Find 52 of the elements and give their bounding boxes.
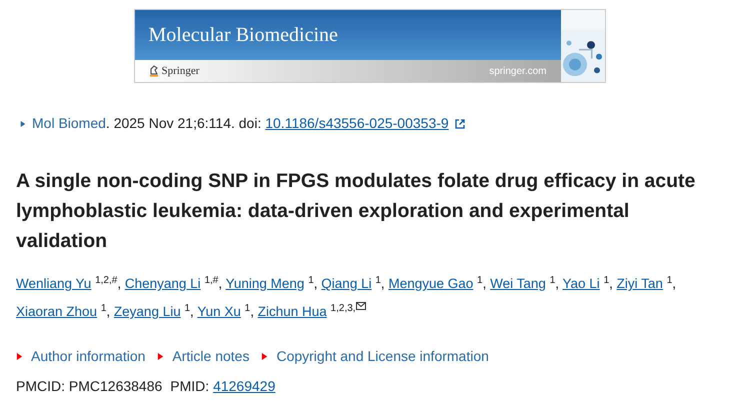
pmcid-label: PMCID: bbox=[16, 377, 66, 396]
pmid-label: PMID: bbox=[170, 377, 210, 396]
article-title: A single non-coding SNP in FPGS modulates folate drug efficacy in acute lymphoblastic leukemia: data-driven exploration and experimental validation bbox=[16, 169, 696, 254]
affiliation-marks: 1,2,3, bbox=[330, 303, 356, 314]
affiliation-marks: 1 bbox=[604, 275, 610, 286]
affiliation-marks: 1,# bbox=[204, 275, 218, 286]
affiliation-marks: 1 bbox=[308, 275, 314, 286]
author-link[interactable]: Yao Li bbox=[562, 276, 600, 291]
author-link[interactable]: Wenliang Yu bbox=[16, 276, 92, 291]
external-link-icon bbox=[454, 118, 465, 128]
separator-comma: , bbox=[314, 276, 318, 291]
website-label: springer.com bbox=[489, 64, 546, 78]
envelope-icon[interactable] bbox=[356, 302, 366, 310]
affiliation-marks: 1 bbox=[100, 303, 106, 314]
expandable-link[interactable]: Copyright and License information bbox=[276, 346, 489, 367]
author-link[interactable]: Yuning Meng bbox=[226, 276, 304, 291]
author-link[interactable]: Ziyi Tan bbox=[616, 276, 663, 291]
affiliation-marks: 1 bbox=[550, 275, 556, 286]
affiliation-marks: 1 bbox=[375, 275, 381, 286]
separator-comma: , bbox=[380, 276, 385, 291]
separator-comma: , bbox=[609, 276, 613, 291]
expandable-link[interactable]: Article notes bbox=[172, 346, 250, 367]
separator-comma: , bbox=[106, 304, 110, 319]
journal-title: Molecular Biomedicine bbox=[148, 23, 338, 48]
author-link[interactable]: Xiaoran Zhou bbox=[16, 304, 98, 319]
separator-comma: , bbox=[250, 304, 254, 319]
separator-comma: , bbox=[482, 276, 486, 291]
doi-link[interactable]: 10.1186/s43556-025-00353-9 bbox=[265, 113, 449, 134]
author-link[interactable]: Qiang Li bbox=[321, 276, 372, 291]
separator-comma: , bbox=[555, 276, 560, 291]
author-link[interactable]: Zichun Hua bbox=[258, 304, 327, 319]
publisher-name: Springer bbox=[162, 64, 200, 79]
affiliation-marks: 1 bbox=[666, 275, 672, 286]
journal-link[interactable]: Mol Biomed bbox=[32, 113, 106, 134]
author-link[interactable]: Yun Xu bbox=[197, 304, 241, 319]
affiliation-marks: 1 bbox=[184, 303, 190, 314]
author-link[interactable]: Chenyang Li bbox=[124, 276, 201, 291]
pmid-link[interactable]: 41269429 bbox=[213, 376, 276, 397]
triangle-icon bbox=[20, 120, 26, 126]
affiliation-marks: 1 bbox=[477, 275, 483, 286]
separator-comma: , bbox=[117, 276, 122, 291]
expandable-link[interactable]: Author information bbox=[31, 346, 146, 367]
author-link[interactable]: Wei Tang bbox=[490, 276, 546, 291]
separator-comma: , bbox=[190, 304, 194, 319]
pmcid-value: PMC12638486 bbox=[68, 377, 162, 396]
author-link[interactable]: Mengyue Gao bbox=[388, 276, 474, 291]
affiliation-marks: 1 bbox=[244, 303, 250, 314]
separator-comma: , bbox=[218, 276, 222, 291]
affiliation-marks: 1,2,# bbox=[95, 275, 118, 286]
citation-text: . 2025 Nov 21;6:114. doi: bbox=[106, 114, 262, 133]
author-link[interactable]: Zeyang Liu bbox=[114, 304, 181, 319]
separator-comma: , bbox=[672, 276, 676, 291]
